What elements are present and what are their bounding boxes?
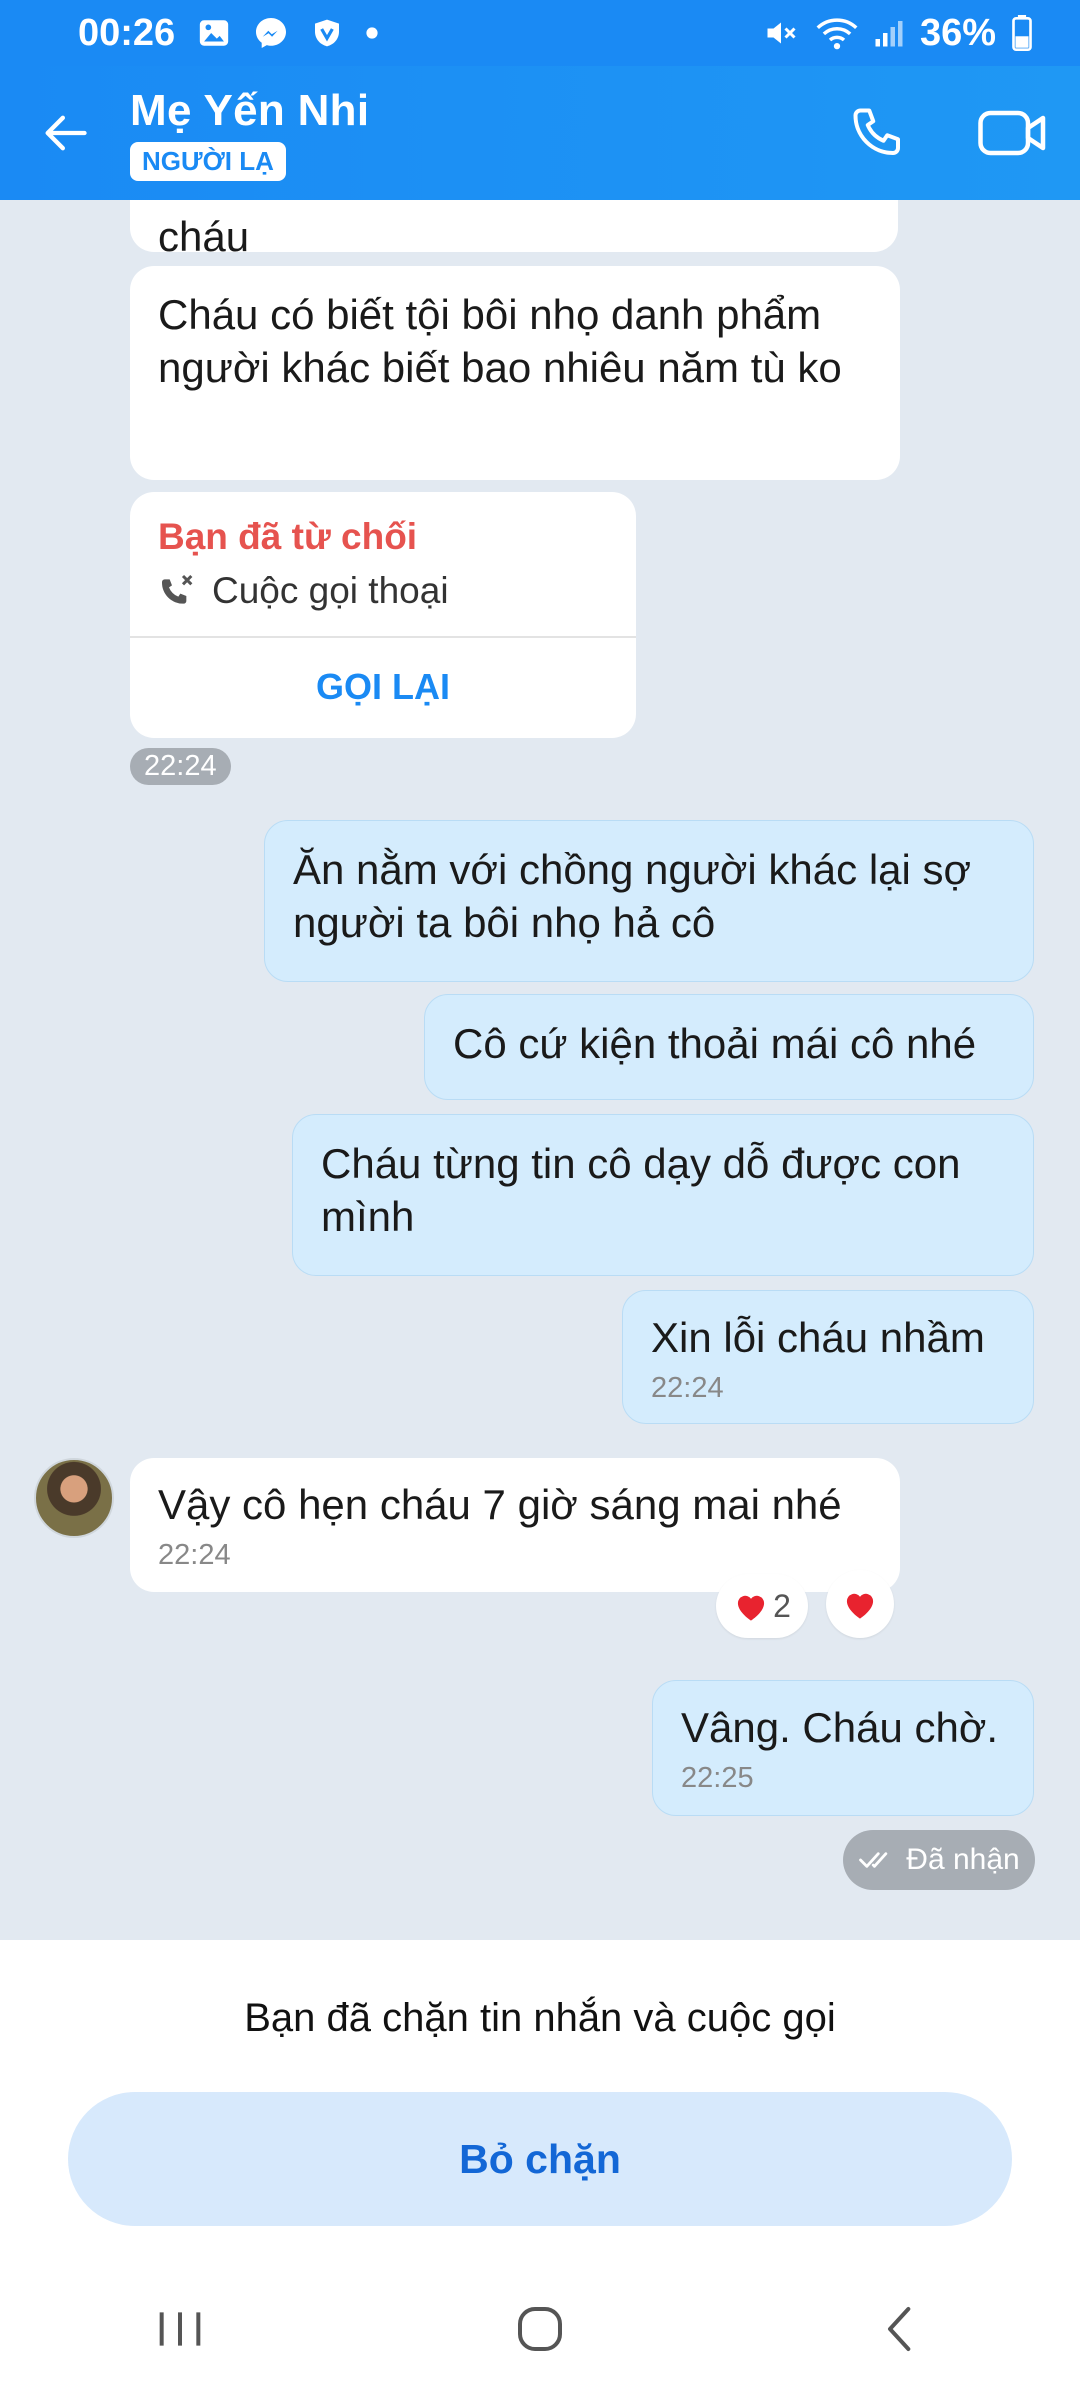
blocked-notice: Bạn đã chặn tin nhắn và cuộc gọi [244,1996,836,2040]
message-text: Cô cứ kiện thoải mái cô nhé [453,1020,977,1067]
message-text: Ăn nằm với chồng người khác lại sợ người… [293,846,972,946]
add-reaction-button[interactable] [826,1570,894,1638]
unblock-button[interactable]: Bỏ chặn [68,2092,1012,2226]
contact-avatar[interactable] [34,1458,114,1538]
messenger-icon [253,15,289,51]
notification-dot-icon [365,26,379,40]
status-time: 00:26 [78,11,176,54]
delivery-status-text: Đã nhận [906,1843,1020,1876]
signal-icon [874,16,904,50]
message-text: cháu [158,213,250,260]
outgoing-message[interactable]: Xin lỗi cháu nhầm 22:24 [622,1290,1034,1424]
heart-icon [846,1593,874,1619]
reaction-summary[interactable]: 2 [716,1574,808,1638]
outgoing-message[interactable]: Cháu từng tin cô dạy dỗ được con mình [292,1114,1034,1276]
recent-apps-icon [159,2312,201,2346]
mute-icon [762,15,800,51]
home-icon [518,2307,562,2351]
message-text: Vậy cô hẹn cháu 7 giờ sáng mai nhé [158,1481,842,1528]
nav-back-button[interactable] [840,2284,960,2374]
wifi-icon [816,15,858,51]
video-call-button[interactable] [978,105,1048,161]
message-text: Cháu từng tin cô dạy dỗ được con mình [321,1140,961,1240]
back-button[interactable] [0,66,130,200]
message-time: 22:24 [651,1372,724,1404]
stranger-badge: NGƯỜI LẠ [130,141,286,181]
call-type: Cuộc gọi thoại [212,570,449,611]
recent-apps-button[interactable] [120,2284,240,2374]
battery-icon [1012,15,1032,51]
reaction-count: 2 [773,1587,791,1624]
gallery-icon [197,16,231,50]
incoming-message[interactable]: cháu [130,200,898,260]
arrow-left-icon [45,115,87,151]
chevron-left-icon [888,2307,911,2351]
blocked-panel: Bạn đã chặn tin nhắn và cuộc gọi Bỏ chặn [0,1940,1080,2250]
declined-call-icon [161,574,193,604]
message-timestamp: 22:24 [130,748,231,785]
status-bar: 00:26 36% [0,0,1080,66]
message-time: 22:24 [158,1539,231,1571]
message-text: Cháu có biết tội bôi nhọ danh phẩm người… [158,291,842,391]
missed-call-card: Bạn đã từ chối Cuộc gọi thoại GỌI LẠI [130,492,636,738]
call-status: Bạn đã từ chối [158,516,418,557]
contact-name: Mẹ Yến Nhi [130,85,370,135]
outgoing-message[interactable]: Cô cứ kiện thoải mái cô nhé [424,994,1034,1100]
message-list[interactable]: cháu Cháu có biết tội bôi nhọ danh phẩm … [0,200,1080,1940]
home-button[interactable] [480,2284,600,2374]
video-camera-icon [978,110,1046,156]
contact-title[interactable]: Mẹ Yến Nhi NGƯỜI LẠ [130,86,369,181]
message-text: Xin lỗi cháu nhầm [651,1314,985,1361]
incoming-message[interactable]: Cháu có biết tội bôi nhọ danh phẩm người… [130,266,900,480]
incoming-message[interactable]: Vậy cô hẹn cháu 7 giờ sáng mai nhé 22:24 [130,1458,900,1592]
system-nav-bar [0,2250,1080,2408]
double-check-icon [859,1852,888,1868]
phone-icon [853,108,900,155]
chat-header: Mẹ Yến Nhi NGƯỜI LẠ [0,66,1080,200]
outgoing-message[interactable]: Ăn nằm với chồng người khác lại sợ người… [264,820,1034,982]
heart-icon [738,1595,765,1621]
message-time: 22:25 [681,1762,754,1794]
battery-level: 36% [919,11,996,54]
message-text: Vâng. Cháu chờ. [681,1704,999,1751]
voice-call-button[interactable] [848,103,908,163]
outgoing-message[interactable]: Vâng. Cháu chờ. 22:25 [652,1680,1034,1816]
delivery-status: Đã nhận [843,1830,1035,1890]
call-back-button[interactable]: GỌI LẠI [130,638,636,736]
shield-icon [311,16,343,50]
